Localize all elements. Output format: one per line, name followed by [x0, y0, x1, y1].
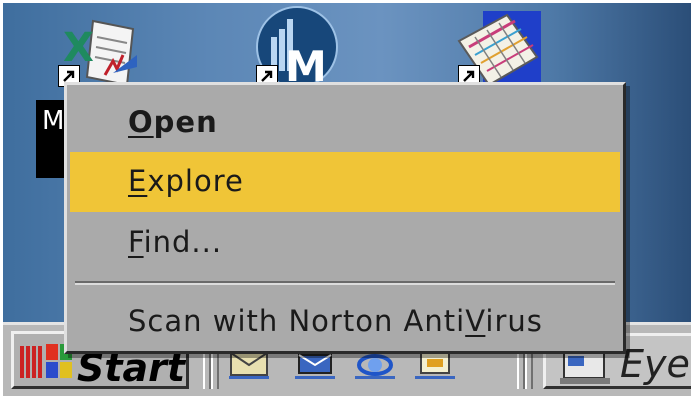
norton-pre: Scan with Norton Anti — [128, 304, 466, 338]
explore-mnemonic: E — [128, 164, 148, 198]
menu-item-scan-norton-label: Scan with Norton AntiVirus — [128, 304, 543, 338]
open-mnemonic: O — [128, 105, 154, 139]
norton-post: irus — [485, 304, 543, 338]
show-desktop-icon[interactable] — [229, 351, 269, 379]
explore-rest: xplore — [147, 164, 244, 198]
menu-item-scan-norton[interactable]: Scan with Norton AntiVirus — [70, 292, 620, 352]
menu-item-find[interactable]: Find... — [70, 213, 620, 273]
find-mnemonic: F — [128, 225, 144, 259]
task-label: Eyek — [620, 342, 691, 386]
channels-icon[interactable] — [415, 351, 455, 379]
internet-explorer-icon[interactable] — [355, 351, 395, 379]
open-rest: pen — [153, 105, 218, 139]
selected-icon-label[interactable]: M — [36, 100, 66, 178]
context-menu: Open Explore Find... Scan with Norton An… — [64, 82, 626, 354]
menu-item-open[interactable]: Open — [70, 93, 620, 153]
menu-item-explore[interactable]: Explore — [70, 152, 620, 212]
screen: X M M Start Eye Open Explore Find... Sca… — [3, 3, 691, 396]
selected-icon-label-text: M — [42, 106, 65, 136]
menu-separator — [75, 281, 615, 285]
menu-item-find-label: Find... — [128, 225, 222, 259]
outlook-express-icon[interactable] — [295, 351, 335, 379]
menu-item-explore-label: Explore — [128, 164, 244, 198]
norton-mnemonic: V — [465, 304, 486, 338]
find-rest: ind... — [143, 225, 223, 259]
menu-item-open-label: Open — [128, 105, 218, 139]
